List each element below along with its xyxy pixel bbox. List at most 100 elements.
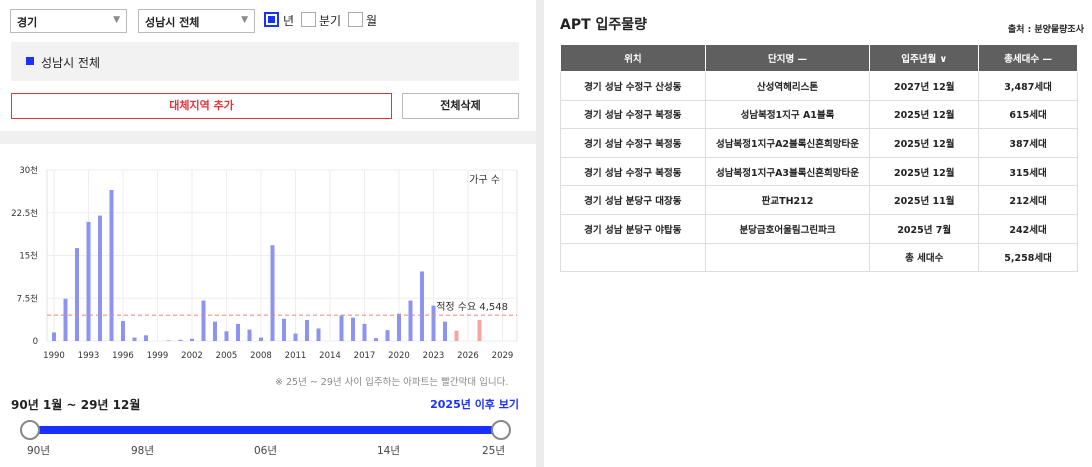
chart-bar [121, 321, 125, 341]
x-tick-label: 2011 [285, 351, 307, 361]
table-row[interactable]: 경기 성남 수정구 산성동 산성역헤리스톤 2027년 12월 3,487세대 [560, 71, 1078, 101]
cell-complex: 판교TH212 [704, 185, 871, 215]
chart-bar [305, 319, 309, 341]
y-tick-label: 22.5천 [11, 208, 38, 219]
table-row[interactable]: 경기 성남 수정구 복정동 성남복정1지구A2블록신혼희망타운 2025년 12월 3… [560, 128, 1078, 158]
cell-date: 2025년 11월 [869, 185, 980, 215]
x-tick-label: 1993 [78, 351, 100, 361]
table-row[interactable]: 경기 성남 분당구 야탑동 분당금호어울림그린파크 2025년 7월 242세대 [560, 213, 1078, 244]
demand-label: 적정 수요 4,548 [436, 301, 508, 313]
chart-bar [374, 338, 378, 341]
forecast-note: ※ 25년 ~ 29년 사이 입주하는 아파트는 빨간막대 입니다. [275, 377, 509, 388]
chevron-down-icon: ▼ [241, 15, 248, 25]
cell-location: 경기 성남 분당구 대장동 [560, 185, 706, 215]
cell-date: 2025년 12월 [869, 128, 980, 158]
chart-bar [178, 339, 183, 341]
range-tick: 25년 [482, 445, 506, 457]
chart-bar [420, 271, 424, 341]
range-slider-start-handle[interactable] [20, 420, 40, 440]
chart-bar [98, 215, 102, 341]
left-panel: 경기 ▼ 성남시 전체 ▼ 년 분기 월 성남시 전체 대체지역 추가 전체삭제… [0, 0, 536, 467]
total-label: 총 세대수 [869, 242, 980, 273]
cell-complex: 성남복정1지구A2블록신혼희망타운 [704, 128, 871, 158]
period-month-checkbox[interactable] [348, 12, 363, 27]
region-color-swatch [26, 57, 34, 65]
x-tick-label: 1999 [147, 351, 169, 361]
chevron-down-icon: ▼ [113, 15, 120, 25]
chart-bar [236, 323, 240, 341]
x-tick-label: 2020 [388, 351, 410, 361]
province-value: 경기 [17, 16, 38, 29]
cell-location: 경기 성남 분당구 야탑동 [560, 213, 706, 244]
col-total-units[interactable]: 총세대수 — [978, 44, 1078, 72]
chart-bar [132, 337, 137, 341]
col-complex-name[interactable]: 단지명 — [704, 44, 871, 72]
col-location[interactable]: 위치 [560, 44, 706, 72]
range-tick: 98년 [131, 445, 155, 457]
period-quarter-checkbox[interactable] [301, 12, 316, 27]
col-move-in-date[interactable]: 입주년월 ∨ [869, 44, 980, 72]
cell-empty [560, 242, 706, 273]
selected-region-label: 성남시 전체 [41, 56, 101, 70]
chart-bar [224, 331, 229, 341]
x-tick-label: 2002 [181, 351, 203, 361]
supply-bar-chart: 30천 22.5천 15천 7.5천 0 1990 1993 1996 1999 2002 200… [11, 165, 518, 361]
add-alternative-region-button[interactable]: 대체지역 추가 [11, 93, 392, 119]
chart-bar [75, 248, 79, 341]
province-select[interactable]: 경기 ▼ [10, 9, 127, 33]
section-separator [0, 131, 536, 144]
range-slider-track[interactable] [30, 426, 501, 434]
chart-bar [477, 319, 482, 341]
chart-bar [408, 300, 413, 341]
y-tick-label: 30천 [19, 165, 38, 176]
cell-location: 경기 성남 수정구 복정동 [560, 128, 706, 158]
chart-bar [339, 315, 344, 341]
cell-units: 212세대 [978, 185, 1078, 215]
y-tick-label: 15천 [19, 251, 38, 262]
x-tick-label: 2008 [250, 351, 272, 361]
cell-units: 615세대 [978, 99, 1078, 130]
chart-bar [213, 321, 217, 341]
cell-location: 경기 성남 수정구 복정동 [560, 99, 706, 130]
range-tick: 06년 [254, 445, 278, 457]
chart-bar [144, 335, 148, 341]
range-slider-end-handle[interactable] [491, 420, 511, 440]
source-label: 출처 : 분양물량조사 [1007, 25, 1084, 35]
chart-bar [443, 321, 447, 341]
chart-bar [86, 221, 91, 341]
chart-bar [270, 245, 275, 341]
chart-bar [362, 323, 367, 341]
total-row: 총 세대수 5,258세대 [560, 242, 1078, 273]
cell-empty [704, 242, 871, 273]
x-tick-label: 2029 [492, 351, 514, 361]
chart-bar [52, 332, 56, 341]
cell-units: 387세대 [978, 128, 1078, 158]
x-tick-label: 2017 [354, 351, 376, 361]
chart-bar [63, 298, 68, 341]
total-value: 5,258세대 [978, 242, 1078, 273]
chart-bar [431, 305, 436, 341]
date-range-label: 90년 1월 ~ 29년 12월 [11, 398, 141, 412]
table-row[interactable]: 경기 성남 수정구 복정동 성남복정1지구 A1블록 2025년 12월 615세대 [560, 99, 1078, 130]
cell-location: 경기 성남 수정구 복정동 [560, 156, 706, 187]
range-tick: 90년 [27, 445, 51, 457]
x-tick-label: 2005 [216, 351, 238, 361]
table-row[interactable]: 경기 성남 분당구 대장동 판교TH212 2025년 11월 212세대 [560, 185, 1078, 215]
chart-bar [247, 329, 252, 341]
chart-bar [293, 333, 298, 341]
cell-date: 2027년 12월 [869, 71, 980, 101]
period-month-label: 월 [366, 14, 378, 28]
chart-bar [397, 313, 401, 341]
view-after-2025-link[interactable]: 2025년 이후 보기 [430, 396, 519, 412]
supply-table: 위치 단지명 — 입주년월 ∨ 총세대수 — 경기 성남 수정구 산성동 산성역헤… [560, 44, 1078, 273]
chart-bar [190, 338, 194, 341]
delete-all-button[interactable]: 전체삭제 [402, 93, 519, 119]
chart-bar [282, 318, 286, 341]
period-year-checkbox[interactable] [264, 12, 279, 27]
chart-bar [316, 328, 321, 341]
city-select[interactable]: 성남시 전체 ▼ [138, 9, 255, 33]
table-row[interactable]: 경기 성남 수정구 복정동 성남복정1지구A3블록신혼희망타운 2025년 12월 3… [560, 156, 1078, 187]
chart-bar [167, 340, 171, 341]
panel-title: APT 입주물량 [560, 17, 648, 33]
period-quarter-label: 분기 [319, 14, 342, 28]
